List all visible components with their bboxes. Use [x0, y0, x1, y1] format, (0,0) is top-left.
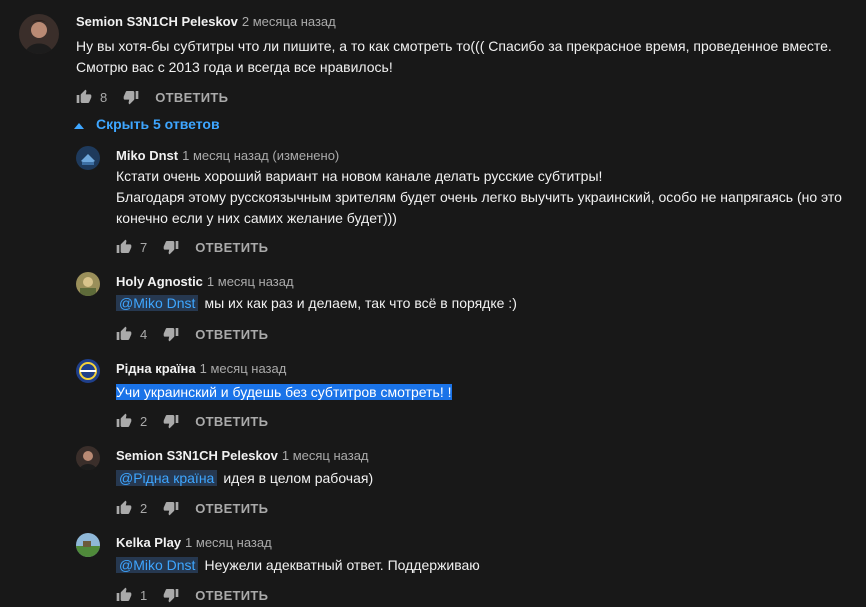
comment-actions: 7 ОТВЕТИТЬ: [116, 235, 268, 259]
comment-actions: 2 ОТВЕТИТЬ: [116, 496, 268, 520]
comment-text: @Рідна країна идея в целом рабочая): [116, 468, 373, 489]
author-name[interactable]: Kelka Play: [116, 535, 181, 550]
comment-time[interactable]: 1 месяц назад: [185, 535, 272, 550]
dislike-icon[interactable]: [163, 326, 179, 342]
caret-up-icon: [74, 116, 84, 132]
comment-meta: Miko Dnst 1 месяц назад (изменено): [116, 148, 339, 163]
comment-meta: Semion S3N1CH Peleskov 1 месяц назад: [116, 448, 369, 463]
comment-actions: 8 ОТВЕТИТЬ: [76, 85, 228, 109]
comment-text-line: Благодаря этому русскоязычным зрителям б…: [116, 189, 842, 205]
like-icon[interactable]: [116, 413, 132, 429]
dislike-icon[interactable]: [123, 89, 139, 105]
mention-link[interactable]: @Miko Dnst: [116, 295, 199, 311]
avatar[interactable]: [76, 359, 100, 383]
like-icon[interactable]: [116, 587, 132, 603]
author-name[interactable]: Holy Agnostic: [116, 274, 203, 289]
reply-text: Неужели адекватный ответ. Поддерживаю: [204, 557, 480, 573]
like-icon[interactable]: [76, 89, 92, 105]
reply-button[interactable]: ОТВЕТИТЬ: [195, 240, 268, 255]
comment-text: @Miko Dnst мы их как раз и делаем, так чт…: [116, 293, 517, 314]
author-name[interactable]: Semion S3N1CH Peleskov: [116, 448, 278, 463]
comment-time[interactable]: 1 месяц назад: [200, 361, 287, 376]
reply-text: мы их как раз и делаем, так что всё в по…: [204, 295, 517, 311]
comment-meta: Semion S3N1CH Peleskov 2 месяца назад: [76, 14, 336, 29]
hide-replies-label: Скрыть 5 ответов: [96, 116, 220, 132]
comment-time[interactable]: 2 месяца назад: [242, 14, 336, 29]
comment-time[interactable]: 1 месяц назад (изменено): [182, 148, 339, 163]
like-count: 2: [140, 500, 148, 516]
reply-button[interactable]: ОТВЕТИТЬ: [195, 588, 268, 603]
reply-text: идея в целом рабочая): [223, 470, 374, 486]
comment-text: Кстати очень хороший вариант на новом ка…: [116, 166, 842, 229]
comment-actions: 4 ОТВЕТИТЬ: [116, 322, 268, 346]
comment-text-line: Кстати очень хороший вариант на новом ка…: [116, 168, 603, 184]
comment-meta: Holy Agnostic 1 месяц назад: [116, 274, 294, 289]
comment-text: Ну вы хотя-бы субтитры что ли пишите, а …: [76, 36, 832, 78]
comment-text-line: Учи украинский и будешь без субтитров см…: [116, 382, 452, 403]
avatar[interactable]: [76, 272, 100, 296]
author-name[interactable]: Semion S3N1CH Peleskov: [76, 14, 238, 29]
comment-text-line: конечно если у них самих желание будет))…: [116, 210, 397, 226]
comment-text-line: Смотрю вас с 2013 года и всегда все нрав…: [76, 59, 393, 75]
comment-time[interactable]: 1 месяц назад: [207, 274, 294, 289]
comment-text: @Miko Dnst Неужели адекватный ответ. Подд…: [116, 555, 480, 576]
dislike-icon[interactable]: [163, 500, 179, 516]
author-name[interactable]: Рідна країна: [116, 361, 196, 376]
comment-text-line: Ну вы хотя-бы субтитры что ли пишите, а …: [76, 38, 832, 54]
dislike-icon[interactable]: [163, 413, 179, 429]
dislike-icon[interactable]: [163, 239, 179, 255]
hide-replies-toggle[interactable]: Скрыть 5 ответов: [74, 116, 220, 132]
avatar[interactable]: [76, 533, 100, 557]
like-count: 2: [140, 413, 148, 429]
like-count: 7: [140, 239, 148, 255]
like-count: 1: [140, 587, 148, 603]
comment-meta: Kelka Play 1 месяц назад: [116, 535, 272, 550]
comment-text-line: @Рідна країна идея в целом рабочая): [116, 468, 373, 489]
avatar[interactable]: [76, 446, 100, 470]
mention-link[interactable]: @Рідна країна: [116, 470, 218, 486]
comment-actions: 1 ОТВЕТИТЬ: [116, 583, 268, 607]
like-icon[interactable]: [116, 239, 132, 255]
comment-text-line: @Miko Dnst Неужели адекватный ответ. Подд…: [116, 555, 480, 576]
reply-button[interactable]: ОТВЕТИТЬ: [195, 327, 268, 342]
comment-text: Учи украинский и будешь без субтитров см…: [116, 382, 452, 403]
reply-button[interactable]: ОТВЕТИТЬ: [195, 414, 268, 429]
reply-button[interactable]: ОТВЕТИТЬ: [195, 501, 268, 516]
comment-text-line: @Miko Dnst мы их как раз и делаем, так чт…: [116, 293, 517, 314]
author-name[interactable]: Miko Dnst: [116, 148, 178, 163]
mention-link[interactable]: @Miko Dnst: [116, 557, 199, 573]
like-count: 8: [100, 89, 108, 105]
reply-text: Учи украинский и будешь без субтитров см…: [116, 384, 452, 400]
like-icon[interactable]: [116, 500, 132, 516]
comment-actions: 2 ОТВЕТИТЬ: [116, 409, 268, 433]
reply-button[interactable]: ОТВЕТИТЬ: [155, 90, 228, 105]
like-icon[interactable]: [116, 326, 132, 342]
avatar[interactable]: [19, 14, 59, 54]
like-count: 4: [140, 326, 148, 342]
comment-meta: Рідна країна 1 месяц назад: [116, 361, 286, 376]
dislike-icon[interactable]: [163, 587, 179, 603]
comment-time[interactable]: 1 месяц назад: [282, 448, 369, 463]
avatar[interactable]: [76, 146, 100, 170]
